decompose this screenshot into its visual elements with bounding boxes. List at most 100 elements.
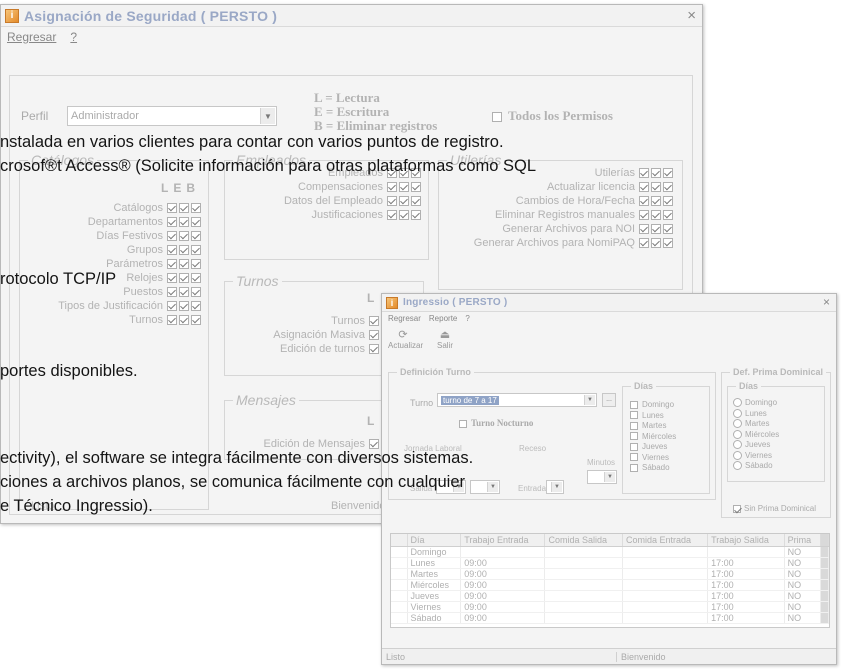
actualizar-button[interactable]: ⟳ Actualizar — [388, 328, 423, 350]
chevron-down-icon[interactable]: ▼ — [584, 395, 595, 405]
exit-icon: ⏏ — [439, 329, 451, 341]
prima-dias-list: Domingo Lunes Martes Miércoles Jueves Vi… — [733, 398, 779, 472]
table-row[interactable]: Lunes 09:00 17:00 NO — [391, 557, 830, 569]
dia-checkbox[interactable]: Sábado — [628, 463, 676, 474]
utilerias-row: Cambios de Hora/Fecha — [441, 194, 673, 208]
table-row[interactable]: Martes 09:00 17:00 NO — [391, 568, 830, 580]
perfil-label: Perfil — [21, 109, 49, 123]
ingressio-menu-bar: Regresar Reporte ? — [382, 312, 836, 325]
catalogos-row: Grupos — [23, 243, 201, 257]
utilerias-row: Eliminar Registros manuales — [441, 208, 673, 222]
utilerias-list: Utilerías Actualizar licencia Cambios de… — [441, 166, 673, 250]
turno-label: Turno — [410, 398, 434, 408]
legend-eliminar: B = Eliminar registros — [314, 118, 438, 133]
dia-checkbox[interactable]: Viernes — [628, 453, 676, 464]
legend-lectura: L = Lectura — [314, 90, 380, 105]
overlay-line-4: portes disponibles. — [0, 362, 138, 380]
table-row[interactable]: Domingo NO — [391, 546, 830, 558]
prima-radio[interactable]: Domingo — [733, 398, 779, 409]
sin-prima-checkbox[interactable]: Sin Prima Dominical — [731, 504, 816, 513]
table-header-row: Día Trabajo Entrada Comida Salida Comida… — [391, 534, 830, 547]
main-status-bienvenido: Bienvenido — [331, 500, 386, 512]
overlay-line-2: crosof®t Access® (Solicite información p… — [0, 157, 537, 175]
dia-checkbox[interactable]: Domingo — [628, 400, 676, 411]
ingressio-toolbar: ⟳ Actualizar ⏏ Salir — [388, 328, 460, 350]
dia-checkbox[interactable]: Jueves — [628, 442, 676, 453]
turno-nocturno-checkbox[interactable]: Turno Nocturno — [457, 418, 533, 428]
turnos-row: Edición de turnos — [229, 342, 379, 356]
ingressio-statusbar: Listo Bienvenido — [382, 648, 836, 664]
turnos-list: Turnos Asignación Masiva Edición de turn… — [229, 314, 379, 356]
todos-checkbox-box[interactable] — [492, 112, 502, 123]
prima-radio[interactable]: Jueves — [733, 440, 779, 451]
dia-checkbox[interactable]: Miércoles — [628, 432, 676, 443]
empleados-row: Datos del Empleado — [227, 194, 421, 208]
chevron-down-icon[interactable]: ▼ — [487, 482, 498, 492]
dia-checkbox[interactable]: Martes — [628, 421, 676, 432]
catalogos-row: Catálogos — [23, 201, 201, 215]
menu-regresar[interactable]: Regresar — [388, 314, 421, 323]
overlay-line-6: ciones a archivos planos, se comunica fá… — [0, 473, 465, 491]
salir-button[interactable]: ⏏ Salir — [430, 328, 460, 350]
utilerias-row: Generar Archivos para NOI — [441, 222, 673, 236]
turno-grid: Día Trabajo Entrada Comida Salida Comida… — [390, 533, 830, 628]
catalogos-row: Turnos — [23, 313, 201, 327]
menu-regresar[interactable]: Regresar — [7, 30, 56, 44]
app-icon: i — [386, 296, 398, 309]
catalogos-headers: LEB — [161, 181, 201, 195]
perfil-select[interactable]: Administrador ▼ — [67, 106, 277, 126]
table-row[interactable]: Miércoles 09:00 17:00 NO — [391, 579, 830, 591]
close-icon[interactable]: × — [687, 7, 696, 24]
checkbox-b[interactable] — [191, 203, 201, 214]
chevron-down-icon[interactable]: ▼ — [260, 108, 275, 124]
checkbox-l[interactable] — [167, 203, 177, 214]
turno-select[interactable]: turno de 7 a 17 ▼ — [437, 393, 597, 407]
catalogos-row: Parámetros — [23, 257, 201, 271]
empleados-row: Compensaciones — [227, 180, 421, 194]
catalogos-row: Departamentos — [23, 215, 201, 229]
dias-title: Días — [631, 381, 657, 391]
turnos-row: Asignación Masiva — [229, 328, 379, 342]
table-row[interactable]: Sábado 09:00 17:00 NO — [391, 612, 830, 624]
ingressio-title: Ingressio ( PERSTO ) — [403, 297, 508, 308]
turno-value: turno de 7 a 17 — [441, 395, 499, 405]
chevron-down-icon[interactable]: ▼ — [604, 472, 615, 482]
menu-help[interactable]: ? — [465, 314, 469, 323]
legend-escritura: E = Escritura — [314, 104, 390, 119]
todos-permisos-checkbox[interactable]: Todos los Permisos — [490, 108, 613, 124]
prima-dias-title: Días — [736, 381, 762, 391]
prima-radio[interactable]: Sábado — [733, 461, 779, 472]
overlay-line-3: rotocolo TCP/IP — [0, 270, 117, 288]
utilerias-row: Actualizar licencia — [441, 180, 673, 194]
close-icon[interactable]: × — [823, 295, 830, 309]
turno-table: Día Trabajo Entrada Comida Salida Comida… — [391, 534, 830, 624]
perfil-value: Administrador — [71, 110, 139, 122]
receso-entrada-select[interactable]: ▼ — [546, 480, 564, 494]
overlay-line-5: ectivity), el software se integra fácilm… — [0, 449, 474, 467]
prima-title: Def. Prima Dominical — [730, 367, 827, 377]
entrada-label: Entrada — [518, 484, 547, 493]
todos-label: Todos los Permisos — [508, 108, 613, 123]
chevron-down-icon[interactable]: ▼ — [551, 482, 562, 492]
menu-help[interactable]: ? — [70, 30, 77, 44]
table-row[interactable]: Viernes 09:00 17:00 NO — [391, 601, 830, 613]
checkbox-e[interactable] — [179, 203, 189, 214]
dia-checkbox[interactable]: Lunes — [628, 411, 676, 422]
empleados-row: Justificaciones — [227, 208, 421, 222]
prima-radio[interactable]: Viernes — [733, 451, 779, 462]
salida-min-select[interactable]: ▼ — [470, 480, 500, 494]
mensajes-title: Mensajes — [233, 392, 299, 408]
prima-radio[interactable]: Miércoles — [733, 430, 779, 441]
dias-list: Domingo Lunes Martes Miércoles Jueves Vi… — [628, 400, 676, 474]
security-window-titlebar: i Asignación de Seguridad ( PERSTO ) × — [1, 5, 702, 27]
catalogos-row: Días Festivos — [23, 229, 201, 243]
turno-browse-button[interactable]: ... — [602, 393, 616, 407]
prima-radio[interactable]: Lunes — [733, 409, 779, 420]
menu-reporte[interactable]: Reporte — [429, 314, 457, 323]
ingressio-titlebar: i Ingressio ( PERSTO ) × — [382, 294, 836, 312]
prima-radio[interactable]: Martes — [733, 419, 779, 430]
app-icon: i — [5, 8, 19, 23]
receso-minutos-select[interactable]: ▼ — [587, 470, 617, 484]
overlay-line-1: nstalada en varios clientes para contar … — [0, 133, 504, 151]
table-row[interactable]: Jueves 09:00 17:00 NO — [391, 590, 830, 602]
